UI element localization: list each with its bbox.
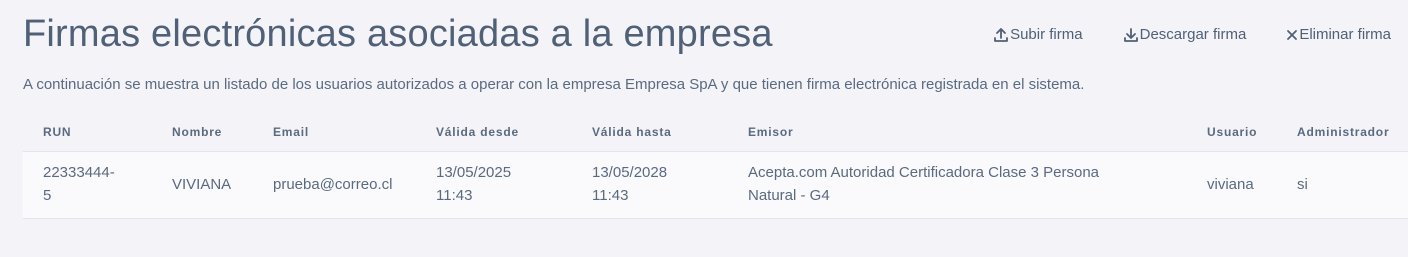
upload-signature-button[interactable]: Subir firma — [993, 26, 1083, 43]
close-icon — [1286, 29, 1298, 41]
delete-signature-button[interactable]: Eliminar firma — [1286, 26, 1391, 43]
table-row[interactable]: 22333444- 5 VIVIANA prueba@correo.cl 13/… — [23, 152, 1408, 219]
cell-valida-hasta-date: 13/05/2028 — [592, 164, 668, 181]
download-signature-label: Descargar firma — [1139, 26, 1247, 43]
toolbar: Subir firma Descargar firma Eliminar fir… — [993, 26, 1391, 43]
page-description: A continuación se muestra un listado de … — [23, 76, 1085, 93]
cell-valida-desde: 13/05/2025 11:43 — [436, 161, 511, 207]
column-header-emisor[interactable]: Emisor — [748, 125, 793, 139]
cell-run: 22333444- 5 — [43, 161, 115, 207]
page-title: Firmas electrónicas asociadas a la empre… — [23, 13, 773, 55]
column-header-email[interactable]: Email — [273, 125, 309, 139]
download-signature-button[interactable]: Descargar firma — [1123, 26, 1247, 43]
cell-usuario: viviana — [1207, 176, 1254, 193]
cell-run-line-2: 5 — [43, 187, 52, 204]
download-icon — [1123, 27, 1139, 43]
cell-valida-hasta: 13/05/2028 11:43 — [592, 161, 667, 207]
column-header-nombre[interactable]: Nombre — [172, 125, 222, 139]
cell-emisor: Acepta.com Autoridad Certificadora Clase… — [748, 161, 1099, 207]
cell-valida-desde-time: 11:43 — [436, 187, 473, 204]
cell-nombre: VIVIANA — [172, 176, 232, 193]
column-header-run[interactable]: RUN — [43, 125, 71, 139]
column-header-administrador[interactable]: Administrador — [1297, 125, 1389, 139]
cell-run-line-1: 22333444- — [43, 164, 115, 181]
cell-email: prueba@correo.cl — [273, 176, 393, 193]
cell-emisor-line-2: Natural - G4 — [748, 187, 830, 204]
cell-valida-desde-date: 13/05/2025 — [436, 164, 512, 181]
column-header-usuario[interactable]: Usuario — [1207, 125, 1257, 139]
column-header-valida-desde[interactable]: Válida desde — [436, 125, 519, 139]
column-header-valida-hasta[interactable]: Válida hasta — [592, 125, 672, 139]
signatures-table: RUN Nombre Email Válida desde Válida has… — [23, 118, 1408, 219]
cell-valida-hasta-time: 11:43 — [592, 187, 629, 204]
page: Firmas electrónicas asociadas a la empre… — [0, 0, 1408, 257]
delete-signature-label: Eliminar firma — [1299, 26, 1391, 43]
cell-emisor-line-1: Acepta.com Autoridad Certificadora Clase… — [748, 164, 1100, 181]
cell-administrador: si — [1297, 176, 1308, 193]
table-header: RUN Nombre Email Válida desde Válida has… — [23, 118, 1408, 152]
upload-signature-label: Subir firma — [1010, 26, 1083, 43]
upload-icon — [993, 27, 1009, 43]
